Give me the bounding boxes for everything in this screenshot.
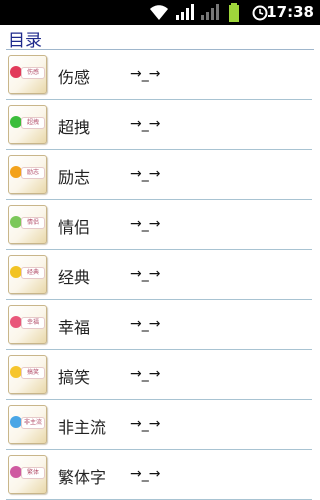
category-tag: 情侣 — [21, 217, 45, 229]
arrow-emoticon: →_→ — [130, 266, 161, 282]
battery-icon — [229, 3, 239, 22]
list-item-label: 励志 — [58, 168, 91, 187]
category-thumbnail-icon: 非主流 — [8, 405, 47, 444]
list-item[interactable]: 搞笑 搞笑 →_→ — [6, 350, 312, 400]
category-tag: 伤感 — [21, 67, 45, 79]
category-thumbnail-icon: 情侣 — [8, 205, 47, 244]
category-thumbnail-icon: 伤感 — [8, 55, 47, 94]
category-tag: 搞笑 — [21, 367, 45, 379]
category-list[interactable]: 伤感 伤感 →_→ 超拽 超拽 →_→ 励志 励志 →_→ 情侣 情侣 →_→ 经典 经典 →_→ 幸福 幸福 →… — [0, 50, 320, 500]
arrow-emoticon: →_→ — [130, 166, 161, 182]
category-thumbnail-icon: 超拽 — [8, 105, 47, 144]
signal-icon — [201, 4, 219, 20]
list-item-label: 幸福 — [58, 318, 91, 337]
list-item-label: 经典 — [58, 268, 91, 287]
arrow-emoticon: →_→ — [130, 366, 161, 382]
list-item[interactable]: 非主流 非主流 →_→ — [6, 400, 312, 450]
list-item[interactable]: 幸福 幸福 →_→ — [6, 300, 312, 350]
list-item[interactable]: 励志 励志 →_→ — [6, 150, 312, 200]
category-thumbnail-icon: 搞笑 — [8, 355, 47, 394]
category-tag: 繁体 — [21, 467, 45, 479]
category-thumbnail-icon: 繁体 — [8, 455, 47, 494]
status-bar: 17:38 — [0, 0, 320, 25]
list-item[interactable]: 伤感 伤感 →_→ — [6, 50, 312, 100]
arrow-emoticon: →_→ — [130, 116, 161, 132]
list-item[interactable]: 超拽 超拽 →_→ — [6, 100, 312, 150]
arrow-emoticon: →_→ — [130, 316, 161, 332]
list-item-label: 非主流 — [58, 418, 107, 437]
arrow-emoticon: →_→ — [130, 216, 161, 232]
list-item-label: 伤感 — [58, 68, 91, 87]
category-tag: 经典 — [21, 267, 45, 279]
wifi-icon — [150, 5, 168, 20]
list-item[interactable]: 经典 经典 →_→ — [6, 250, 312, 300]
category-tag: 非主流 — [21, 417, 45, 429]
arrow-emoticon: →_→ — [130, 416, 161, 432]
category-tag: 幸福 — [21, 317, 45, 329]
category-tag: 励志 — [21, 167, 45, 179]
list-item[interactable]: 繁体 繁体字 →_→ — [6, 450, 312, 500]
page-title: 目录 — [8, 31, 42, 51]
signal-icon — [176, 4, 194, 20]
list-item[interactable]: 情侣 情侣 →_→ — [6, 200, 312, 250]
list-item-label: 超拽 — [58, 118, 91, 137]
category-thumbnail-icon: 励志 — [8, 155, 47, 194]
category-tag: 超拽 — [21, 117, 45, 129]
list-item-label: 情侣 — [58, 218, 91, 237]
list-item-label: 繁体字 — [58, 468, 107, 487]
clock: 17:38 — [266, 3, 314, 21]
arrow-emoticon: →_→ — [130, 66, 161, 82]
category-thumbnail-icon: 幸福 — [8, 305, 47, 344]
category-thumbnail-icon: 经典 — [8, 255, 47, 294]
list-item-label: 搞笑 — [58, 368, 91, 387]
